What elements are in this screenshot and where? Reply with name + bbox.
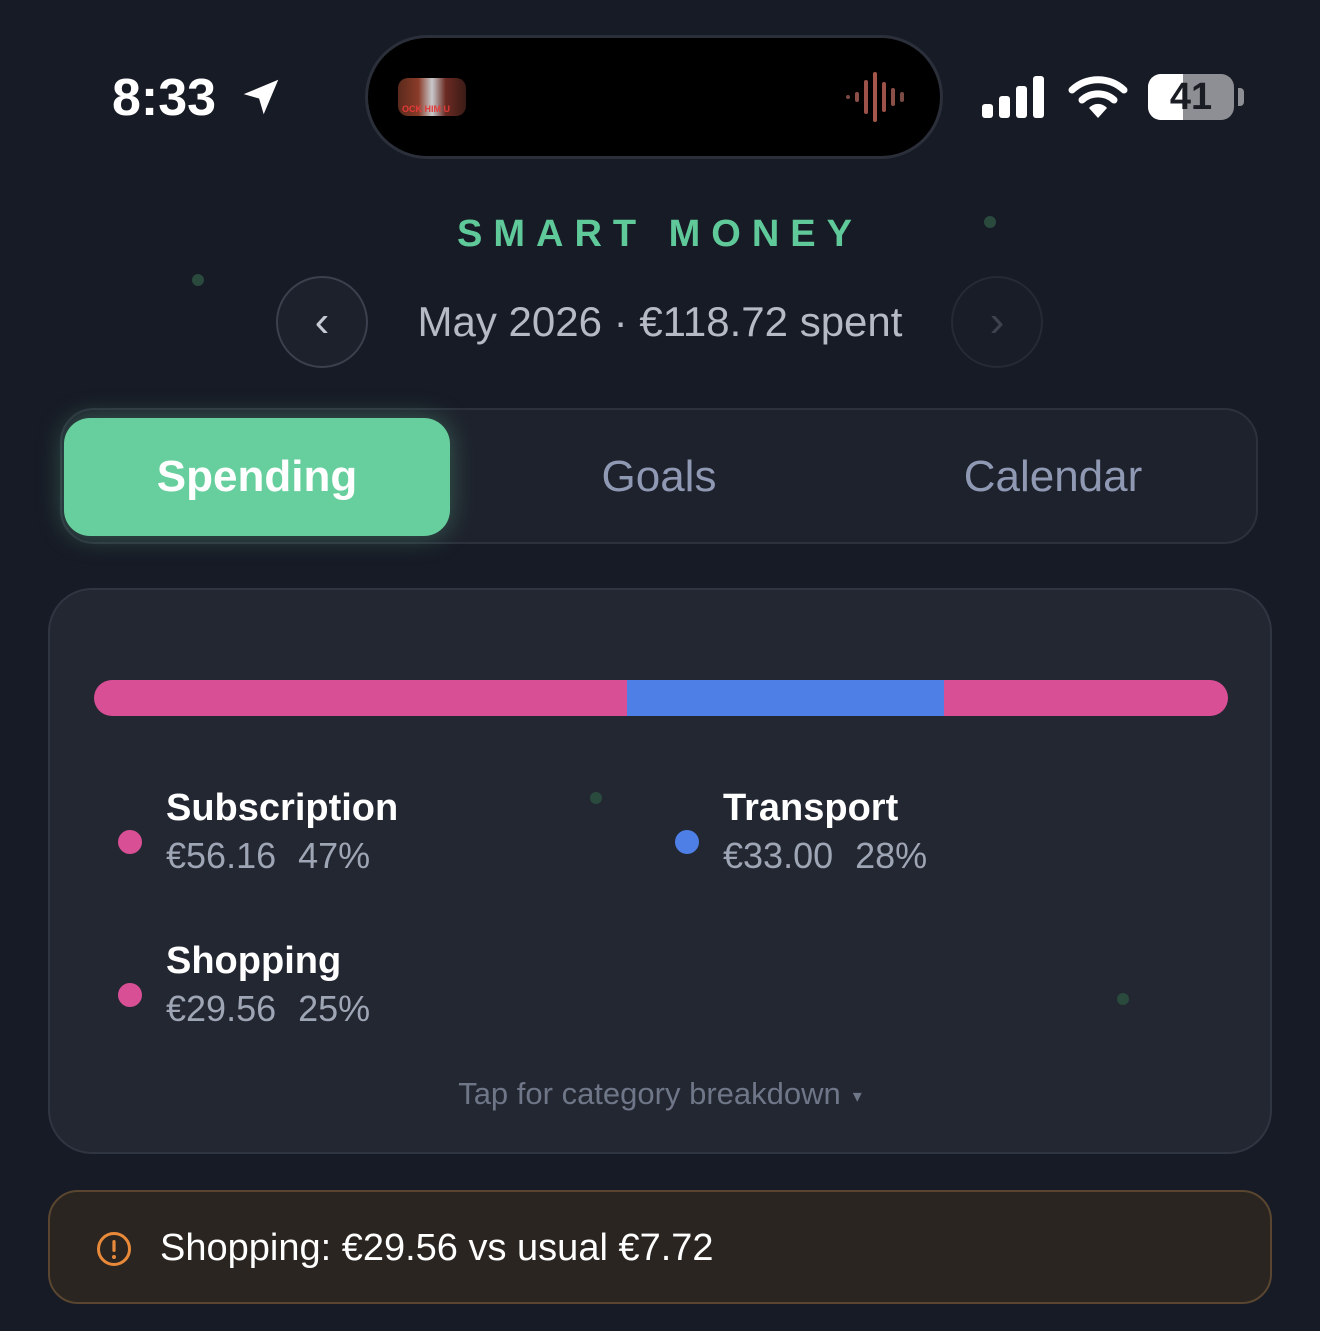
spending-alert[interactable]: Shopping: €29.56 vs usual €7.72	[48, 1190, 1272, 1304]
battery-level: 41	[1169, 76, 1213, 118]
category-breakdown-hint[interactable]: Tap for category breakdown ▾	[50, 1074, 1270, 1116]
bar-segment-subscription	[94, 680, 627, 716]
legend-item-shopping[interactable]: Shopping €29.56 25%	[118, 939, 618, 1039]
legend-dot	[118, 983, 142, 1007]
view-tabs: Spending Goals Calendar	[60, 408, 1258, 544]
now-playing-artwork: OCK HIM U	[398, 78, 466, 116]
audio-waveform-icon	[846, 72, 904, 122]
previous-month-button[interactable]: ‹	[276, 276, 368, 368]
legend-values: €33.00 28%	[723, 834, 927, 878]
wifi-icon	[1068, 76, 1128, 118]
category-share-bar	[94, 680, 1228, 716]
tab-calendar[interactable]: Calendar	[860, 418, 1246, 536]
location-arrow-icon	[243, 79, 279, 115]
smart-money-screen: 8:33 OCK HIM U 41 SMART MONEY ‹ May 2026…	[0, 0, 1320, 1331]
legend-item-transport[interactable]: Transport €33.00 28%	[675, 786, 1175, 886]
decorative-dot	[1117, 993, 1129, 1005]
spending-breakdown-card[interactable]: Subscription €56.16 47% Transport €33.00 2…	[48, 588, 1272, 1154]
legend-percent: 47%	[298, 835, 371, 876]
legend-values: €56.16 47%	[166, 834, 370, 878]
legend-item-subscription[interactable]: Subscription €56.16 47%	[118, 786, 618, 886]
legend-amount: €33.00	[723, 835, 834, 876]
legend-name: Transport	[723, 787, 899, 829]
warning-circle-icon	[97, 1232, 131, 1266]
bar-segment-transport	[626, 680, 945, 716]
legend-name: Subscription	[166, 787, 399, 829]
chevron-right-icon: ›	[989, 297, 1005, 346]
legend-values: €29.56 25%	[166, 987, 370, 1031]
month-summary: May 2026 · €118.72 spent	[417, 298, 903, 345]
legend-percent: 28%	[855, 835, 928, 876]
alert-text: Shopping: €29.56 vs usual €7.72	[160, 1227, 714, 1269]
status-time: 8:33	[112, 69, 217, 127]
legend-amount: €56.16	[166, 835, 277, 876]
legend-amount: €29.56	[166, 988, 277, 1029]
legend-percent: 25%	[298, 988, 371, 1029]
next-month-button[interactable]: ›	[951, 276, 1043, 368]
battery-indicator: 41	[1148, 74, 1234, 120]
decorative-dot	[192, 274, 204, 286]
legend-name: Shopping	[166, 940, 342, 982]
caret-down-icon: ▾	[852, 1085, 862, 1106]
tab-spending[interactable]: Spending	[64, 418, 450, 536]
cellular-signal-icon	[982, 76, 1044, 118]
tab-goals[interactable]: Goals	[466, 418, 852, 536]
app-title: SMART MONEY	[457, 213, 863, 255]
bar-segment-shopping	[944, 680, 1228, 716]
hint-text: Tap for category breakdown	[458, 1076, 841, 1111]
legend-dot	[675, 830, 699, 854]
legend-dot	[118, 830, 142, 854]
chevron-left-icon: ‹	[314, 297, 330, 346]
now-playing-art-text: OCK HIM U	[402, 104, 450, 114]
dynamic-island[interactable]: OCK HIM U	[368, 38, 940, 156]
battery-cap	[1238, 88, 1244, 106]
